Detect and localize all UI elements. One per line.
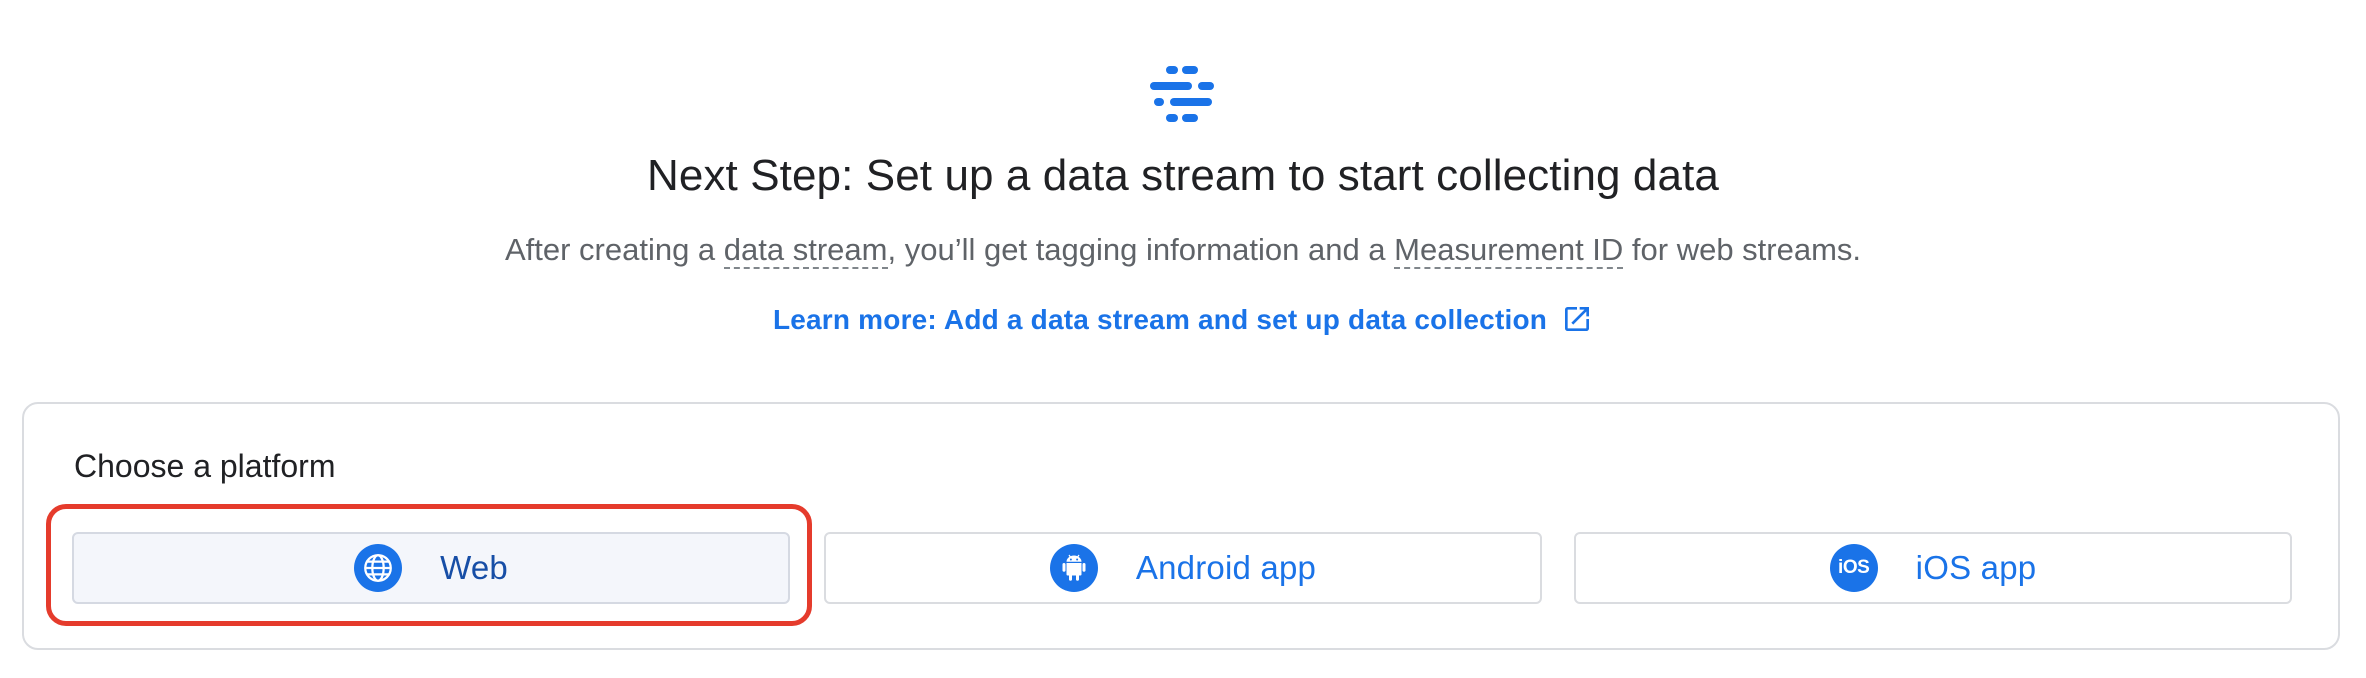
page-title: Next Step: Set up a data stream to start… [647,151,1719,200]
subtitle-text-start: After creating a [504,232,724,267]
ios-icon: iOS [1829,544,1878,592]
globe-icon [354,544,403,592]
open-in-new-icon [1565,307,1590,331]
android-label: Android app [1135,549,1317,586]
ios-platform-button[interactable]: iOS iOS app [1574,532,2292,604]
web-label: Web [440,549,508,586]
page-subtitle: After creating a data stream, you’ll get… [0,228,2366,272]
platform-card: Choose a platform Web Android app iOS iO… [22,402,2340,650]
android-platform-button[interactable]: Android app [824,532,1542,604]
android-icon [1049,544,1098,592]
web-platform-button[interactable]: Web [72,532,790,604]
learn-more-container: Learn more: Add a data stream and set up… [0,300,2366,340]
data-stream-icon [1150,66,1214,122]
data-stream-term[interactable]: data stream [723,232,888,269]
header-section: Next Step: Set up a data stream to start… [0,0,2366,390]
choose-platform-title: Choose a platform [74,448,336,484]
subtitle-text-end: for web streams. [1623,232,1862,267]
learn-more-link[interactable]: Learn more: Add a data stream and set up… [773,304,1593,335]
learn-more-label: Learn more: Add a data stream and set up… [772,304,1548,335]
ios-label: iOS app [1915,549,2037,586]
measurement-id-term[interactable]: Measurement ID [1394,232,1624,269]
subtitle-text-middle: , you’ll get tagging information and a [887,232,1395,267]
ios-icon-text: iOS [1838,557,1870,578]
